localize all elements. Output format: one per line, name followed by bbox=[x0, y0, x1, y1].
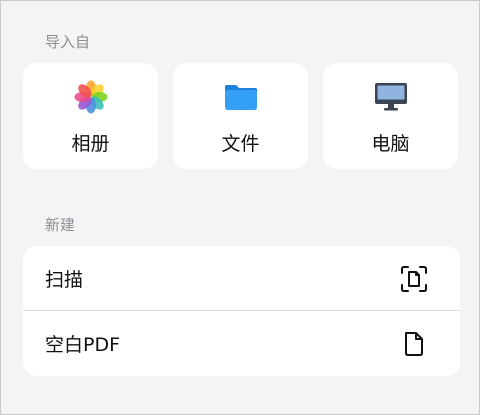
blank-document-icon bbox=[400, 330, 428, 358]
files-label: 文件 bbox=[221, 133, 260, 155]
new-section-label: 新建 bbox=[45, 216, 76, 234]
photos-icon bbox=[73, 79, 109, 115]
scan-document-icon bbox=[400, 265, 428, 293]
scan-button[interactable]: 扫描 bbox=[23, 246, 460, 311]
blank-pdf-label: 空白PDF bbox=[45, 334, 121, 356]
import-from-section-label: 导入自 bbox=[45, 33, 91, 51]
scan-label: 扫描 bbox=[45, 269, 84, 291]
import-files-button[interactable]: 文件 bbox=[173, 63, 308, 169]
computer-monitor-icon bbox=[373, 79, 409, 115]
photos-label: 相册 bbox=[71, 133, 110, 155]
import-photos-button[interactable]: 相册 bbox=[23, 63, 158, 169]
computer-label: 电脑 bbox=[371, 133, 410, 155]
folder-icon bbox=[223, 79, 259, 115]
new-document-list: 扫描 空白PDF bbox=[23, 246, 460, 376]
import-computer-button[interactable]: 电脑 bbox=[323, 63, 458, 169]
blank-pdf-button[interactable]: 空白PDF bbox=[23, 311, 460, 376]
